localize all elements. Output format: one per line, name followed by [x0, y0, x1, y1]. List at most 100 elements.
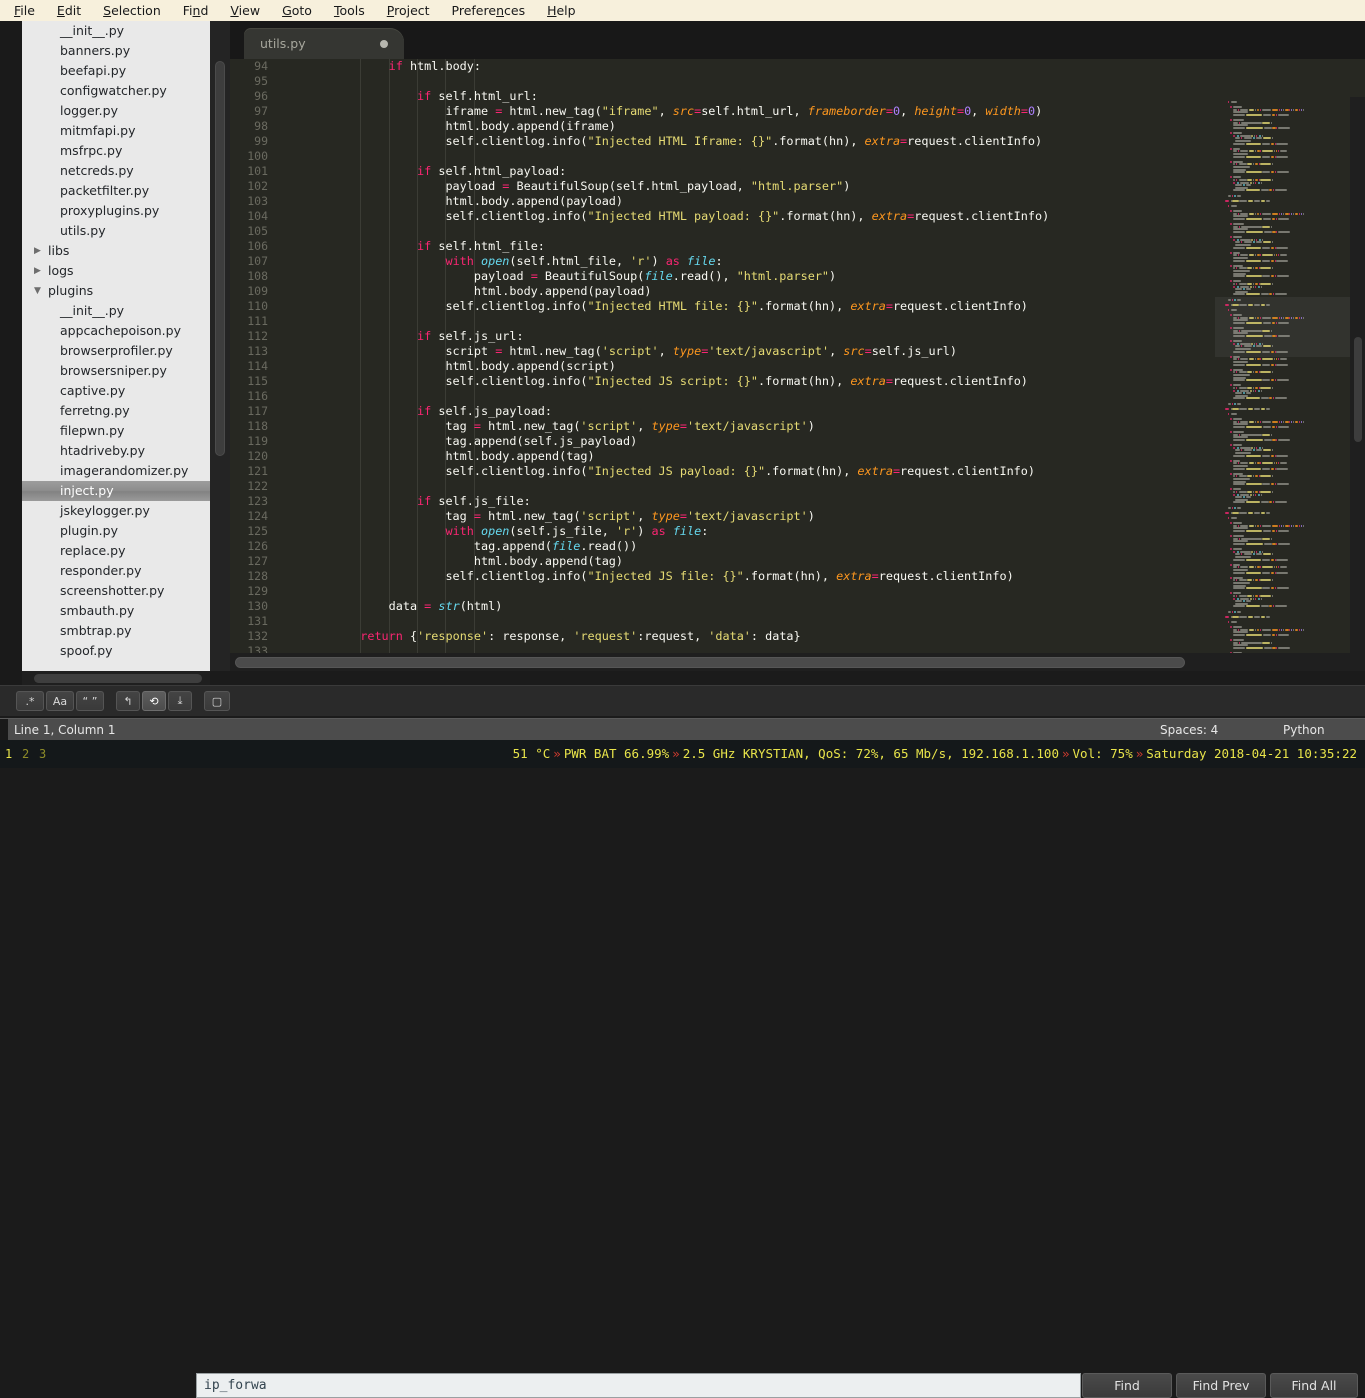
syntax-mode-label[interactable]: Python	[1283, 719, 1325, 741]
file-sidebar[interactable]: __init__.pybanners.pybeefapi.pyconfigwat…	[22, 21, 210, 671]
code-line[interactable]: html.body.append(iframe)	[275, 119, 1315, 134]
case-sensitive-toggle-icon[interactable]: Aa	[46, 691, 74, 711]
code-minimap[interactable]	[1215, 97, 1350, 653]
sidebar-item-mitmfapi-py[interactable]: mitmfapi.py	[22, 121, 210, 141]
editor-scroll-thumb[interactable]	[1354, 337, 1362, 442]
code-line[interactable]: html.body.append(payload)	[275, 194, 1315, 209]
in-selection-toggle-icon[interactable]: ⟲	[142, 691, 166, 711]
editor-tab-utils[interactable]: utils.py	[244, 28, 404, 59]
code-line[interactable]: data = str(html)	[275, 599, 1315, 614]
sidebar-item-smbauth-py[interactable]: smbauth.py	[22, 601, 210, 621]
code-line[interactable]: if self.html_url:	[275, 89, 1315, 104]
code-line[interactable]	[275, 614, 1315, 629]
editor-hscroll-thumb[interactable]	[235, 657, 1185, 668]
code-line[interactable]: html.body.append(payload)	[275, 284, 1315, 299]
sidebar-item-beefapi-py[interactable]: beefapi.py	[22, 61, 210, 81]
code-line[interactable]: self.clientlog.info("Injected HTML Ifram…	[275, 134, 1315, 149]
sidebar-item-spoof-py[interactable]: spoof.py	[22, 641, 210, 661]
code-line[interactable]: self.clientlog.info("Injected HTML paylo…	[275, 209, 1315, 224]
find-prev-button[interactable]: Find Prev	[1176, 1373, 1266, 1398]
code-line[interactable]: with open(self.html_file, 'r') as file:	[275, 254, 1315, 269]
chevron-down-icon[interactable]: ▼	[34, 281, 41, 301]
preserve-case-toggle-icon[interactable]: ▢	[204, 691, 230, 711]
sidebar-item-responder-py[interactable]: responder.py	[22, 561, 210, 581]
code-line[interactable]: self.clientlog.info("Injected HTML file:…	[275, 299, 1315, 314]
sidebar-item-replace-py[interactable]: replace.py	[22, 541, 210, 561]
code-line[interactable]	[275, 479, 1315, 494]
sidebar-item-configwatcher-py[interactable]: configwatcher.py	[22, 81, 210, 101]
code-line[interactable]: if self.html_payload:	[275, 164, 1315, 179]
code-line[interactable]: return {'response': response, 'request':…	[275, 629, 1315, 644]
code-line[interactable]: if self.js_payload:	[275, 404, 1315, 419]
sidebar-item--init-py[interactable]: __init__.py	[22, 21, 210, 41]
workspace-button-2[interactable]: 2	[22, 740, 29, 768]
whole-word-toggle-icon[interactable]: “ ”	[76, 691, 104, 711]
code-line[interactable]: script = html.new_tag('script', type='te…	[275, 344, 1315, 359]
menu-item-edit[interactable]: Edit	[57, 3, 94, 18]
sidebar-hscroll-thumb[interactable]	[34, 674, 202, 683]
chevron-right-icon[interactable]: ▶	[34, 261, 41, 281]
code-line[interactable]: if self.html_file:	[275, 239, 1315, 254]
sidebar-item-plugin-py[interactable]: plugin.py	[22, 521, 210, 541]
code-line[interactable]	[275, 389, 1315, 404]
sidebar-item-screenshotter-py[interactable]: screenshotter.py	[22, 581, 210, 601]
code-line[interactable]	[275, 224, 1315, 239]
code-line[interactable]: self.clientlog.info("Injected JS file: {…	[275, 569, 1315, 584]
find-all-button[interactable]: Find All	[1270, 1373, 1358, 1398]
sidebar-item-appcachepoison-py[interactable]: appcachepoison.py	[22, 321, 210, 341]
menu-item-preferences[interactable]: Preferences	[452, 3, 539, 18]
chevron-right-icon[interactable]: ▶	[34, 241, 41, 261]
sidebar-item--init-py[interactable]: __init__.py	[22, 301, 210, 321]
editor-horizontal-scrollbar[interactable]	[230, 653, 1365, 671]
unsaved-indicator-icon[interactable]	[380, 40, 388, 48]
wrap-toggle-icon[interactable]: ↰	[116, 691, 140, 711]
code-text[interactable]: if html.body: if self.html_url: iframe =…	[275, 59, 1315, 653]
find-button[interactable]: Find	[1082, 1373, 1172, 1398]
code-area[interactable]: 9495969798991001011021031041051061071081…	[230, 59, 1365, 653]
sidebar-item-imagerandomizer-py[interactable]: imagerandomizer.py	[22, 461, 210, 481]
sidebar-item-banners-py[interactable]: banners.py	[22, 41, 210, 61]
sidebar-item-inject-py[interactable]: inject.py	[22, 481, 210, 501]
sidebar-item-utils-py[interactable]: utils.py	[22, 221, 210, 241]
sidebar-item-msfrpc-py[interactable]: msfrpc.py	[22, 141, 210, 161]
code-line[interactable]: html.body.append(tag)	[275, 449, 1315, 464]
code-line[interactable]	[275, 644, 1315, 653]
code-line[interactable]	[275, 584, 1315, 599]
sidebar-vertical-scrollbar[interactable]	[210, 21, 230, 671]
code-line[interactable]	[275, 314, 1315, 329]
highlight-results-toggle-icon[interactable]: ⤓	[168, 691, 192, 711]
code-line[interactable]: self.clientlog.info("Injected JS payload…	[275, 464, 1315, 479]
workspace-button-1[interactable]: 1	[5, 740, 12, 768]
sidebar-item-browsersniper-py[interactable]: browsersniper.py	[22, 361, 210, 381]
menu-item-tools[interactable]: Tools	[334, 3, 378, 18]
indent-setting-label[interactable]: Spaces: 4	[1160, 719, 1218, 741]
menu-item-view[interactable]: View	[230, 3, 273, 18]
sidebar-item-captive-py[interactable]: captive.py	[22, 381, 210, 401]
code-line[interactable]: iframe = html.new_tag("iframe", src=self…	[275, 104, 1315, 119]
menu-item-find[interactable]: Find	[183, 3, 222, 18]
sidebar-item-logger-py[interactable]: logger.py	[22, 101, 210, 121]
editor-vertical-scrollbar[interactable]	[1350, 97, 1365, 653]
code-line[interactable]: tag = html.new_tag('script', type='text/…	[275, 509, 1315, 524]
sidebar-item-jskeylogger-py[interactable]: jskeylogger.py	[22, 501, 210, 521]
sidebar-item-ferretng-py[interactable]: ferretng.py	[22, 401, 210, 421]
sidebar-horizontal-scrollbar[interactable]	[22, 671, 210, 685]
code-line[interactable]	[275, 74, 1315, 89]
code-line[interactable]: payload = BeautifulSoup(self.html_payloa…	[275, 179, 1315, 194]
code-line[interactable]: tag = html.new_tag('script', type='text/…	[275, 419, 1315, 434]
menu-item-project[interactable]: Project	[387, 3, 443, 18]
code-line[interactable]: if html.body:	[275, 59, 1315, 74]
regex-toggle-icon[interactable]: .*	[16, 691, 44, 711]
menu-item-selection[interactable]: Selection	[103, 3, 174, 18]
sidebar-item-smbtrap-py[interactable]: smbtrap.py	[22, 621, 210, 641]
code-line[interactable]: tag.append(self.js_payload)	[275, 434, 1315, 449]
code-line[interactable]	[275, 149, 1315, 164]
menu-item-help[interactable]: Help	[547, 3, 589, 18]
sidebar-item-netcreds-py[interactable]: netcreds.py	[22, 161, 210, 181]
sidebar-item-logs[interactable]: ▶logs	[22, 261, 210, 281]
sidebar-item-filepwn-py[interactable]: filepwn.py	[22, 421, 210, 441]
workspace-button-3[interactable]: 3	[39, 740, 46, 768]
code-line[interactable]: html.body.append(tag)	[275, 554, 1315, 569]
sidebar-item-proxyplugins-py[interactable]: proxyplugins.py	[22, 201, 210, 221]
code-line[interactable]: self.clientlog.info("Injected JS script:…	[275, 374, 1315, 389]
